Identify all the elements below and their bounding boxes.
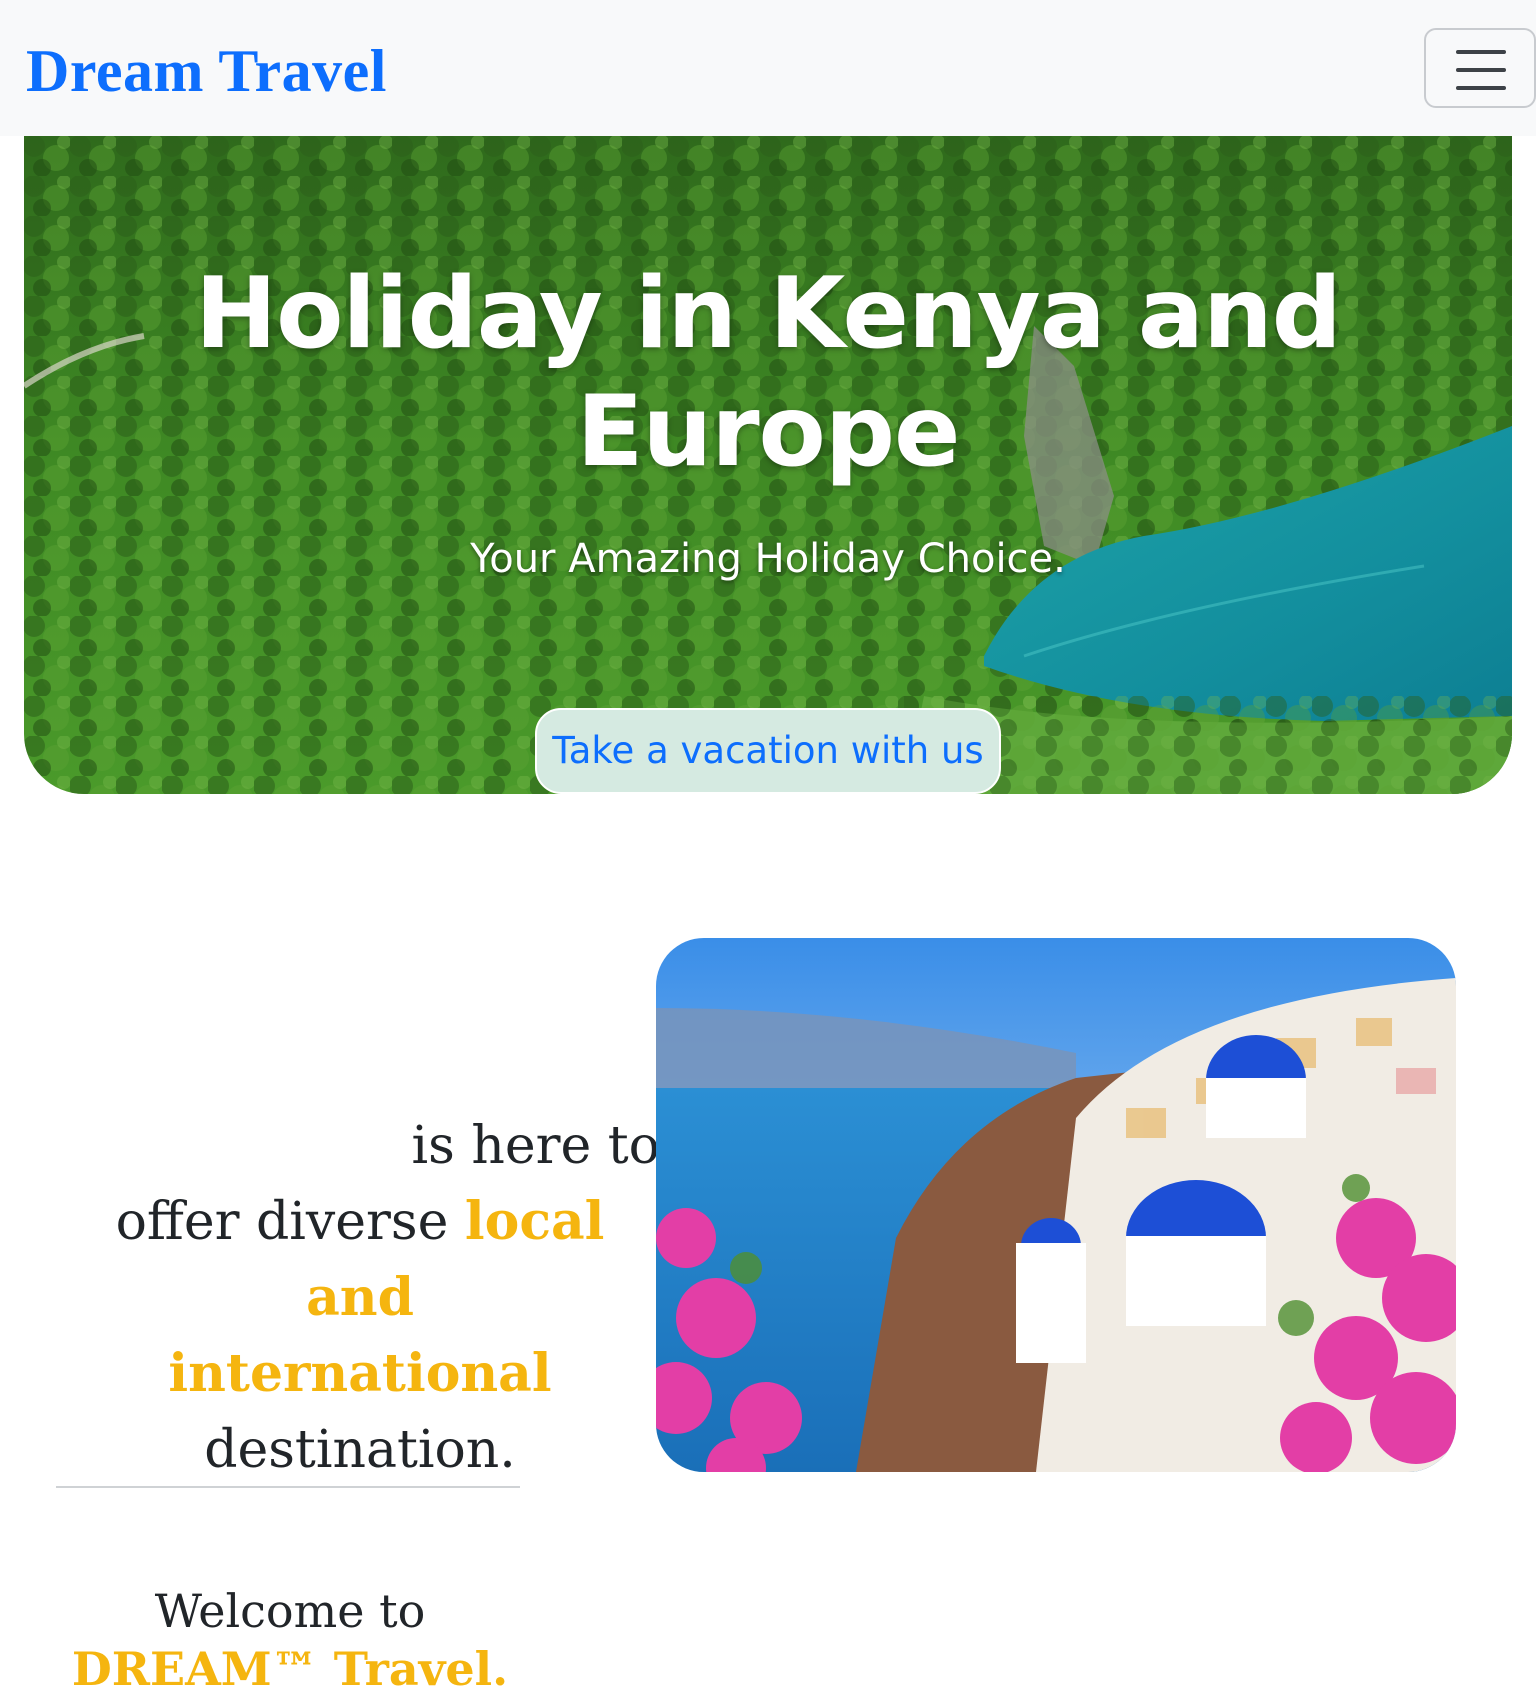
- about-line-1: is here to: [411, 1116, 660, 1176]
- navbar: Dream Travel: [0, 0, 1536, 136]
- about-tagline: is here to offer diverse local and inter…: [60, 1108, 660, 1488]
- take-vacation-button[interactable]: Take a vacation with us: [535, 708, 1001, 794]
- about-highlight-international: international: [168, 1343, 552, 1404]
- santorini-image: [656, 938, 1456, 1472]
- hamburger-menu-icon: [1456, 50, 1506, 90]
- menu-toggle-button[interactable]: [1424, 28, 1536, 108]
- welcome-message: Welcome to DREAM™ Travel.: [50, 1582, 530, 1698]
- brand-logo-link[interactable]: Dream Travel: [26, 36, 387, 106]
- hero-subtitle: Your Amazing Holiday Choice.: [470, 536, 1066, 582]
- hero-title: Holiday in Kenya and Europe: [195, 257, 1342, 489]
- about-line-2: offer diverse: [115, 1192, 465, 1252]
- welcome-brand-highlight: DREAM™ Travel.: [71, 1642, 509, 1696]
- welcome-prefix: Welcome to: [154, 1584, 426, 1638]
- section-divider: [56, 1486, 520, 1488]
- hero-banner: Holiday in Kenya and Europe Your Amazing…: [24, 136, 1512, 794]
- about-line-4: destination.: [204, 1420, 516, 1480]
